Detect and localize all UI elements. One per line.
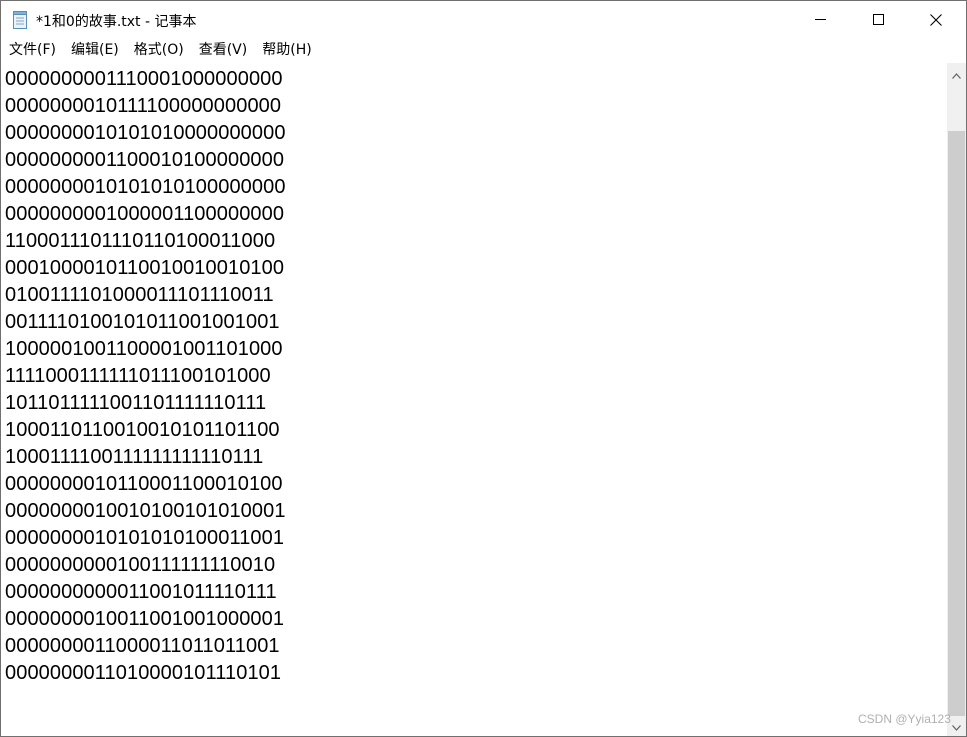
watermark: CSDN @Yyia123 (858, 712, 951, 726)
text-line: 1111000111111011100101000 (5, 365, 271, 387)
text-line: 0000000010110001100010100 (5, 473, 283, 495)
text-line: 0000000010010100101010001 (5, 500, 286, 522)
scroll-up-arrow-icon (952, 64, 961, 83)
close-button[interactable] (907, 1, 965, 38)
minimize-button[interactable] (791, 1, 849, 38)
text-line: 0000000010101010000000000 (5, 122, 286, 144)
text-line: 0000000011000011011011001 (5, 635, 280, 657)
close-icon (930, 13, 942, 26)
text-line: 0000000001000001100000000 (5, 203, 285, 225)
text-line: 0000000010011001001000001 (5, 608, 285, 630)
scroll-up-button[interactable] (947, 65, 966, 82)
text-line: 1011011111001101111110111 (5, 392, 267, 414)
scroll-thumb[interactable] (948, 131, 965, 716)
text-lines: 0000000001110001000000000 00000000101111… (5, 66, 286, 687)
text-line: 0000000001110001000000000 (5, 68, 283, 90)
text-line: 0011110100101011001001001 (5, 311, 280, 333)
text-line: 0001000010110010010010100 (5, 257, 285, 279)
text-editor-area[interactable]: 0000000001110001000000000 00000000101111… (1, 63, 947, 736)
text-line: 0000000000100111111110010 (5, 554, 276, 576)
text-line: 0000000000011001011110111 (5, 581, 277, 603)
menu-format[interactable]: 格式(O) (126, 39, 191, 62)
menu-help[interactable]: 帮助(H) (254, 39, 318, 62)
text-line: 0000000010111100000000000 (5, 95, 282, 117)
menu-edit[interactable]: 编辑(E) (63, 39, 126, 62)
text-line: 0100111101000011101110011 (5, 284, 274, 306)
scroll-down-arrow-icon (952, 716, 961, 735)
text-line: 1000001001100001001101000 (5, 338, 283, 360)
menu-view[interactable]: 查看(V) (191, 39, 255, 62)
text-line: 0000000010101010100000000 (5, 176, 286, 198)
text-line: 1000110110010010101101100 (5, 419, 280, 441)
text-line: 1000111100111111111110111 (5, 446, 264, 468)
maximize-icon (872, 14, 884, 25)
window-title: *1和0的故事.txt - 记事本 (36, 14, 197, 30)
text-line: 1100011101110110100011000 (5, 230, 276, 252)
text-line: 0000000001100010100000000 (5, 149, 285, 171)
menu-bar: 文件(F) 编辑(E) 格式(O) 查看(V) 帮助(H) (1, 39, 966, 62)
text-line: 0000000010101010100011001 (5, 527, 285, 549)
menu-file[interactable]: 文件(F) (1, 39, 63, 62)
notepad-icon (12, 11, 28, 29)
vertical-scrollbar[interactable] (947, 63, 966, 736)
maximize-button[interactable] (849, 1, 907, 38)
minimize-icon (814, 14, 826, 25)
text-line: 0000000011010000101110101 (5, 662, 282, 684)
title-bar[interactable]: *1和0的故事.txt - 记事本 (1, 1, 966, 38)
notepad-window: *1和0的故事.txt - 记事本 文件(F) 编辑(E) 格式(O) 查看(V… (0, 0, 967, 737)
